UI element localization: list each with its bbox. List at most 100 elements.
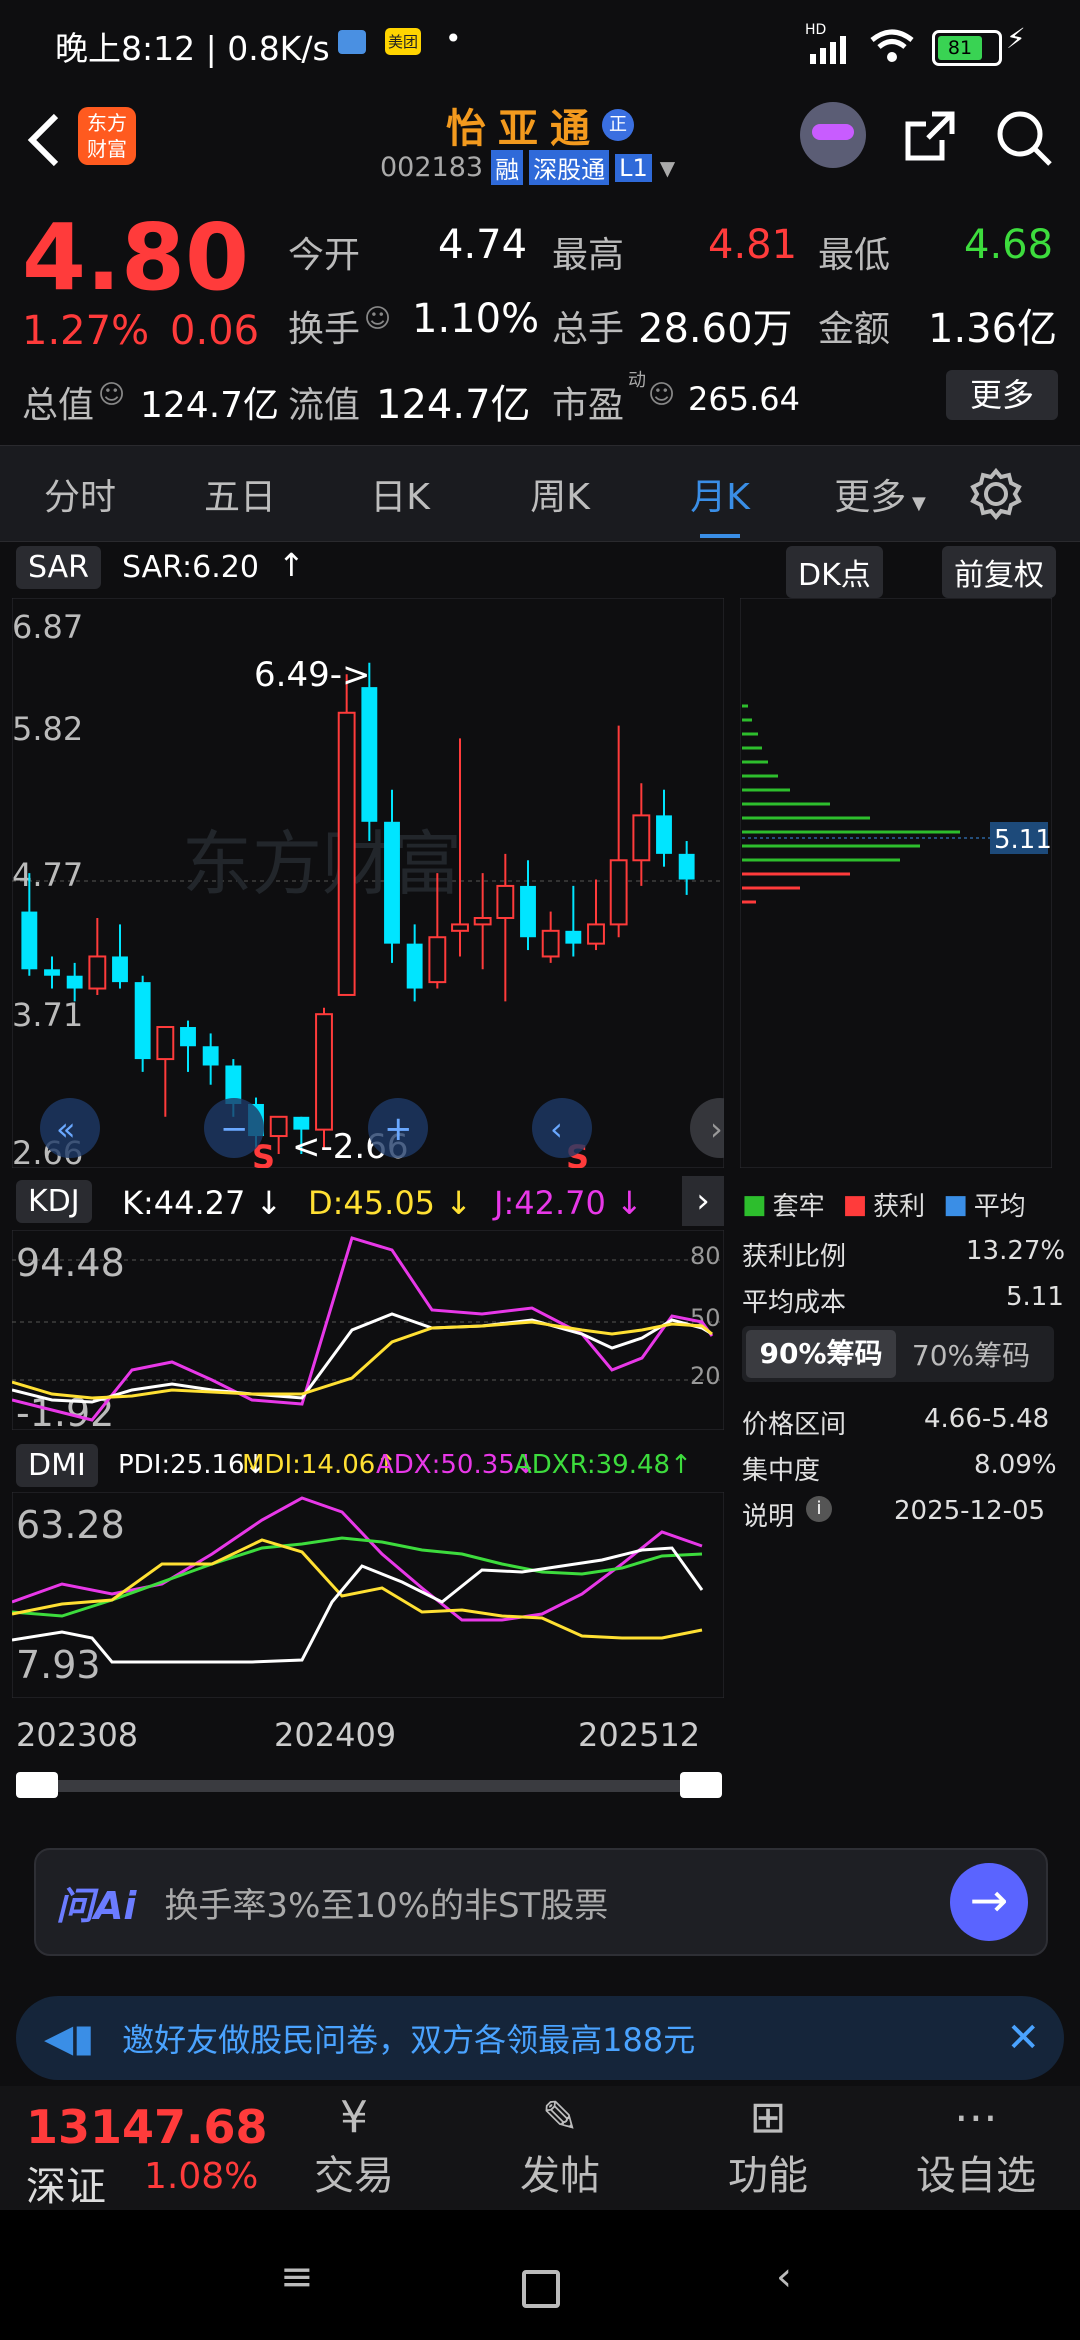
dk-point-button[interactable]: DK点	[786, 546, 883, 598]
share-icon[interactable]	[902, 108, 958, 164]
sar-indicator-label: SAR	[16, 546, 101, 589]
chip-90-tab[interactable]: 90%筹码	[746, 1330, 896, 1378]
chip-note-label: 说明	[742, 1502, 795, 1532]
sar-indicator-select[interactable]: SAR	[16, 546, 101, 589]
tab-more[interactable]: 更多 ▼	[800, 468, 960, 520]
chip-concentration-label: 集中度	[742, 1456, 821, 1486]
ai-input-placeholder[interactable]: 换手率3%至10%的非ST股票	[164, 1878, 608, 1927]
menu-icon[interactable]: ≡	[280, 2254, 314, 2300]
kdj-indicator-select[interactable]: KDJ	[16, 1180, 92, 1223]
change-abs: 0.06	[170, 308, 260, 354]
chevron-down-icon: ▼	[659, 155, 676, 180]
tab-more-label: 更多	[834, 476, 907, 518]
high-value: 4.81	[708, 222, 798, 268]
svg-text:›: ›	[710, 1110, 723, 1148]
ai-search-bar[interactable]: 问Ai 换手率3%至10%的非ST股票 →	[34, 1848, 1048, 1956]
meituan-icon: 美团	[385, 28, 422, 55]
ai-submit-arrow-icon[interactable]: →	[950, 1863, 1028, 1941]
candle-body	[156, 1026, 175, 1061]
chip-distribution-chart[interactable]: 5.11	[740, 598, 1052, 1168]
candle-body	[609, 859, 628, 926]
dmi-label: DMI	[16, 1444, 98, 1487]
mktcap-info-icon[interactable]: ☺	[98, 380, 125, 410]
nav-add-watchlist[interactable]: ⋯ 设自选	[906, 2092, 1046, 2201]
high-label: 最高	[552, 235, 625, 276]
adjust-mode-button[interactable]: 前复权	[942, 546, 1056, 598]
nav-function-label: 功能	[728, 2153, 808, 2199]
edit-icon: ✎	[541, 2092, 579, 2143]
nav-trade[interactable]: ¥ 交易	[304, 2092, 404, 2201]
range-handle-left[interactable]	[16, 1772, 58, 1798]
index-pct: 1.08%	[144, 2156, 259, 2197]
float-label: 流值	[288, 385, 361, 426]
ai-logo: 问Ai	[56, 1883, 137, 1928]
x-tick-2: 202409	[274, 1716, 397, 1754]
indicator-expand-button[interactable]: ›	[682, 1176, 724, 1226]
more-dots-icon: ⋯	[954, 2092, 998, 2143]
tab-yuek[interactable]: 月K	[640, 468, 800, 538]
grid-icon: ⊞	[749, 2092, 787, 2143]
chart-controls: « − + ‹ ›	[40, 1098, 724, 1158]
home-icon[interactable]	[522, 2270, 560, 2308]
info-icon[interactable]: i	[806, 1496, 832, 1522]
battery-icon: 81	[932, 30, 1002, 66]
promo-banner[interactable]: ◀▮ 邀好友做股民问卷，双方各领最高188元 ✕	[16, 1996, 1064, 2080]
candle-body	[134, 982, 151, 1060]
close-icon[interactable]: ✕	[1006, 2015, 1040, 2061]
search-icon[interactable]	[994, 108, 1054, 168]
bottom-nav: 13147.68 深证 1.08% ¥ 交易 ✎ 发帖 ⊞ 功能 ⋯ 设自选	[0, 2086, 1080, 2210]
dmi-chart: 63.28 7.93	[12, 1492, 724, 1698]
nav-post[interactable]: ✎ 发帖	[510, 2092, 610, 2201]
float-value: 124.7亿	[376, 382, 531, 428]
dmi-indicator-select[interactable]: DMI	[16, 1444, 98, 1487]
tab-rik[interactable]: 日K	[320, 468, 480, 520]
candle-body	[656, 815, 672, 854]
amount-label: 金额	[818, 309, 891, 350]
chip-profit-label: 获利比例	[742, 1242, 847, 1272]
kdj-k: K:44.27 ↓	[122, 1184, 283, 1222]
range-scrollbar[interactable]	[16, 1772, 722, 1798]
candle-body	[384, 821, 400, 944]
chip-avg-label: 平均成本	[742, 1288, 847, 1318]
battery-level: 81	[938, 36, 982, 60]
gear-icon[interactable]	[970, 467, 1022, 520]
nav-function[interactable]: ⊞ 功能	[718, 2092, 818, 2201]
chip-70-tab[interactable]: 70%筹码	[896, 1334, 1046, 1374]
kline-chart[interactable]: 东方财富 6.87 5.82 4.77 3.71 2.66 6.49-> <-2…	[12, 598, 724, 1168]
stock-tags[interactable]: 002183 融 深股通 L1 ▼	[380, 150, 675, 185]
stock-code: 002183	[380, 152, 484, 183]
candle-body	[587, 923, 605, 945]
tag-sgt: 深股通	[529, 150, 610, 185]
range-handle-right[interactable]	[680, 1772, 722, 1798]
stock-badge: 正	[602, 109, 634, 141]
nav-trade-label: 交易	[314, 2153, 394, 2199]
pe-sup: 动	[628, 370, 646, 391]
index-name: 深证	[26, 2164, 106, 2210]
tab-zhouk[interactable]: 周K	[480, 468, 640, 520]
nav-add-watchlist-label: 设自选	[916, 2153, 1036, 2199]
kdj-80: 80	[690, 1242, 721, 1270]
turnover-info-icon[interactable]: ☺	[364, 304, 391, 334]
status-bar: 晚上8:12 | 0.8K/s 美团 • HD 81 ⚡	[0, 0, 1080, 90]
candle-body	[565, 930, 582, 944]
stock-name: 怡亚通	[446, 106, 602, 152]
nav-back-icon[interactable]: ‹	[776, 2254, 792, 2300]
tab-fenshi[interactable]: 分时	[0, 468, 160, 520]
robot-avatar-icon[interactable]	[800, 102, 866, 168]
candle-body	[520, 885, 536, 938]
tag-l1: L1	[615, 153, 652, 182]
kdj-j: J:42.70 ↓	[494, 1184, 643, 1222]
open-value: 4.74	[438, 222, 528, 268]
more-quote-button[interactable]: 更多	[946, 370, 1058, 420]
candle-body	[406, 943, 423, 989]
svg-text:−: −	[220, 1109, 249, 1149]
tab-wuri[interactable]: 五日	[160, 468, 320, 520]
pe-info-icon[interactable]: ☺	[648, 380, 675, 410]
trade-icon: ¥	[340, 2092, 368, 2143]
candle-body	[202, 1046, 219, 1066]
y-tick-1: 6.87	[12, 608, 83, 646]
y-tick-4: 3.71	[12, 996, 83, 1034]
x-tick-1: 202308	[16, 1716, 139, 1754]
megaphone-icon: ◀▮	[44, 2016, 95, 2060]
candles-group	[21, 662, 695, 1154]
